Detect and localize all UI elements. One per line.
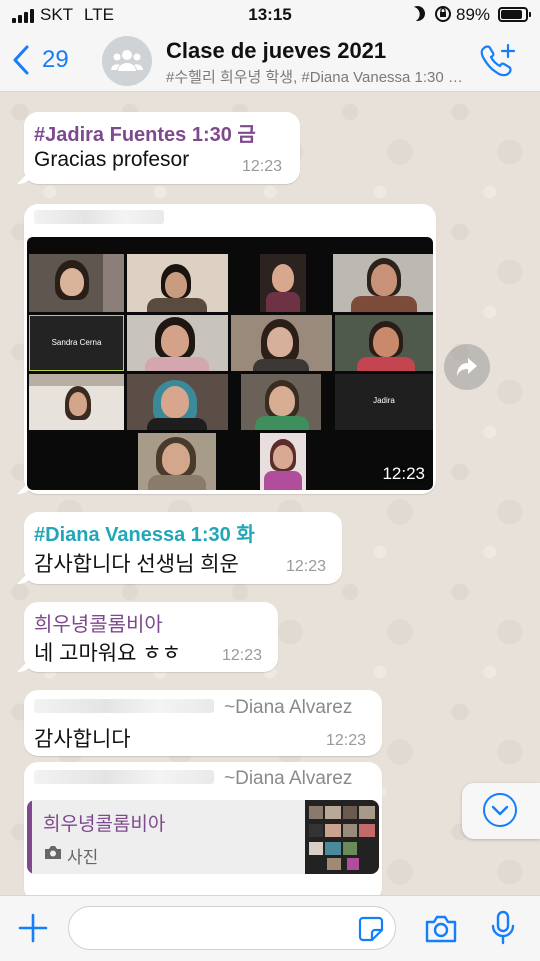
sticker-icon[interactable] [358, 916, 384, 942]
orientation-lock-icon [434, 5, 452, 28]
chat-area[interactable]: #Jadira Fuentes 1:30 금 Gracias profesor … [0, 92, 540, 895]
message-time: 12:23 [286, 558, 327, 575]
participant-name: Jadira [373, 396, 395, 405]
unread-count: 29 [42, 46, 69, 73]
battery-percent: 89% [456, 5, 491, 24]
chat-header: 29 Clase de jueves 2021 #수헬리 희우녕 학생, #Di… [0, 30, 540, 92]
chat-title[interactable]: Clase de jueves 2021 [166, 38, 386, 64]
video-tile [333, 254, 433, 312]
participant-name: Sandra Cerna [51, 338, 102, 347]
camera-icon [45, 846, 61, 859]
video-tile-jadira: Jadira [335, 374, 433, 430]
redacted-phone [34, 770, 214, 784]
video-tile-sandra-cerna: Sandra Cerna [29, 315, 124, 371]
forward-button[interactable] [444, 344, 490, 390]
sender-name: #Jadira Fuentes 1:30 금 [34, 124, 256, 146]
forward-icon [457, 358, 477, 376]
sender-name: #Diana Vanessa 1:30 화 [34, 524, 255, 546]
video-tile [335, 315, 433, 371]
sender-name: 희우녕콜롬비아 [34, 614, 163, 636]
plus-icon[interactable] [16, 911, 50, 945]
photo-time: 12:23 [382, 464, 425, 483]
redacted-phone [34, 699, 214, 713]
scroll-to-bottom-button[interactable] [462, 783, 540, 839]
message-text: 감사합니다 [34, 728, 131, 751]
message-bubble[interactable]: #Diana Vanessa 1:30 화 감사합니다 선생님 희운 12:23 [24, 512, 342, 584]
message-time: 12:23 [326, 732, 367, 749]
message-time: 12:23 [242, 158, 283, 175]
group-avatar[interactable] [102, 36, 152, 86]
video-tile [241, 374, 321, 430]
message-time: 12:23 [222, 647, 263, 664]
message-bubble[interactable]: ~Diana Alvarez 감사합니다 12:23 [24, 690, 382, 756]
video-tile [127, 254, 228, 312]
quote-sender: 희우녕콜롬비아 [43, 814, 166, 835]
quoted-message[interactable]: 희우녕콜롬비아 사진 [27, 800, 379, 874]
battery-icon [498, 7, 531, 22]
message-input[interactable] [68, 906, 396, 950]
chevron-left-icon [13, 45, 29, 75]
chevron-down-icon [483, 793, 517, 827]
redacted-sender [34, 210, 164, 224]
video-tile [260, 433, 306, 490]
message-text: Gracias profesor [34, 148, 190, 171]
input-bar [0, 895, 540, 961]
sender-alias: ~Diana Alvarez [224, 697, 353, 718]
message-text: 감사합니다 선생님 희운 [34, 553, 239, 576]
call-button[interactable] [478, 42, 518, 78]
group-icon [111, 50, 143, 71]
chat-subtitle[interactable]: #수헬리 희우녕 학생, #Diana Vanessa 1:30 화, #Jad… [166, 66, 466, 87]
quote-type: 사진 [67, 848, 99, 867]
quote-thumbnail [305, 800, 379, 874]
camera-icon[interactable] [424, 914, 458, 944]
microphone-icon[interactable] [490, 910, 516, 946]
back-button[interactable]: 29 [10, 44, 69, 76]
quote-bar [27, 800, 32, 874]
video-tile [138, 433, 216, 490]
zoom-screenshot-photo[interactable]: Sandra Cerna Jadira 12:23 [27, 237, 433, 490]
status-bar: SKT LTE 13:15 89% [0, 0, 540, 30]
video-tile [127, 315, 228, 371]
message-text: 네 고마워요 ㅎㅎ [34, 642, 181, 665]
video-tile [29, 254, 124, 312]
video-tile [260, 254, 306, 312]
video-tile [29, 374, 124, 430]
video-tile [231, 315, 332, 371]
video-tile [127, 374, 228, 430]
call-add-icon [480, 43, 516, 77]
sender-alias: ~Diana Alvarez [224, 768, 353, 789]
message-bubble[interactable]: 희우녕콜롬비아 네 고마워요 ㅎㅎ 12:23 [24, 602, 278, 672]
message-bubble[interactable]: #Jadira Fuentes 1:30 금 Gracias profesor … [24, 112, 300, 184]
